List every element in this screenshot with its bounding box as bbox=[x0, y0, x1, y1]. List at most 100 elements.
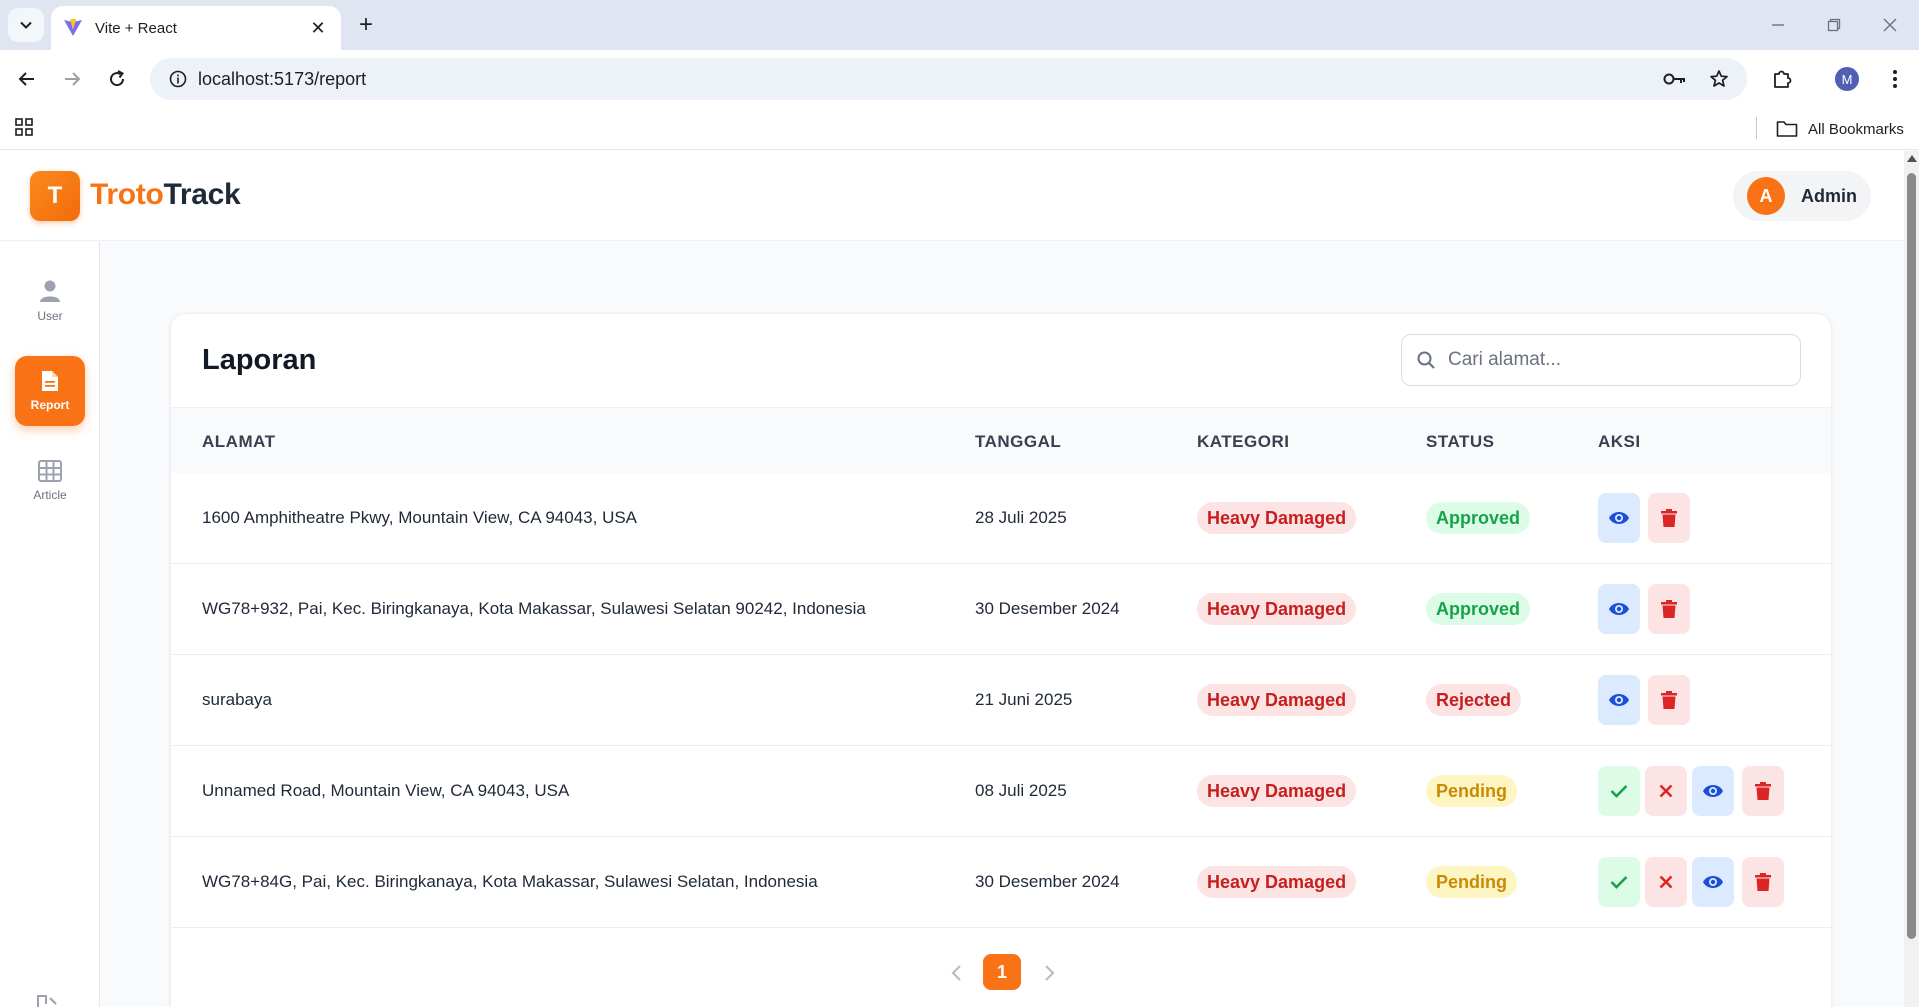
delete-button[interactable] bbox=[1648, 675, 1690, 725]
chevron-left-icon bbox=[951, 965, 961, 981]
sidebar-item-user[interactable]: User bbox=[15, 266, 85, 336]
url-text[interactable]: localhost:5173/report bbox=[198, 69, 366, 90]
search-field[interactable] bbox=[1401, 334, 1801, 386]
table-row: Unnamed Road, Mountain View, CA 94043, U… bbox=[171, 746, 1831, 837]
app-logo[interactable]: TrotoTrack bbox=[90, 178, 241, 212]
site-info-button[interactable] bbox=[158, 69, 198, 89]
trash-icon bbox=[1661, 509, 1677, 527]
table-row: surabaya 21 Juni 2025 Heavy Damaged Reje… bbox=[171, 655, 1831, 746]
column-header-aksi: AKSI bbox=[1598, 432, 1641, 451]
info-icon bbox=[169, 70, 187, 88]
view-button[interactable] bbox=[1598, 493, 1640, 543]
user-name: Admin bbox=[1801, 185, 1857, 206]
reject-button[interactable] bbox=[1645, 857, 1687, 907]
delete-button[interactable] bbox=[1648, 584, 1690, 634]
cell-tanggal: 28 Juli 2025 bbox=[975, 508, 1067, 527]
cell-tanggal: 21 Juni 2025 bbox=[975, 690, 1073, 709]
delete-button[interactable] bbox=[1742, 857, 1784, 907]
bookmarks-bar: All Bookmarks bbox=[0, 108, 1919, 150]
arrow-left-icon bbox=[18, 72, 34, 86]
restore-button[interactable] bbox=[1812, 10, 1856, 40]
browser-tab[interactable]: Vite + React ✕ bbox=[51, 6, 341, 50]
all-bookmarks-button[interactable]: All Bookmarks bbox=[1776, 116, 1904, 142]
trash-icon bbox=[1661, 600, 1677, 618]
pagination: 1 bbox=[171, 954, 1831, 994]
extensions-button[interactable] bbox=[1766, 63, 1798, 95]
app-viewport: T TrotoTrack A Admin User Report Article… bbox=[0, 151, 1904, 1007]
all-bookmarks-label: All Bookmarks bbox=[1808, 120, 1904, 138]
sidebar-item-label: Article bbox=[33, 488, 67, 502]
approve-button[interactable] bbox=[1598, 766, 1640, 816]
table-row: WG78+932, Pai, Kec. Biringkanaya, Kota M… bbox=[171, 564, 1831, 655]
reject-button[interactable] bbox=[1645, 766, 1687, 816]
reload-button[interactable] bbox=[101, 63, 133, 95]
more-vertical-icon bbox=[1893, 70, 1897, 88]
scroll-up-arrow-icon[interactable] bbox=[1907, 155, 1917, 162]
key-icon bbox=[1663, 73, 1685, 85]
eye-icon bbox=[1703, 876, 1723, 888]
cell-tanggal: 30 Desember 2024 bbox=[975, 872, 1120, 891]
cell-alamat: Unnamed Road, Mountain View, CA 94043, U… bbox=[202, 781, 570, 800]
browser-menu-button[interactable] bbox=[1879, 63, 1911, 95]
search-input[interactable] bbox=[1448, 349, 1778, 371]
eye-icon bbox=[1703, 785, 1723, 797]
close-icon bbox=[1883, 18, 1897, 32]
sidebar-item-label: Report bbox=[30, 398, 70, 412]
category-badge: Heavy Damaged bbox=[1197, 593, 1357, 625]
trash-icon bbox=[1755, 873, 1771, 891]
new-tab-button[interactable]: + bbox=[351, 10, 381, 40]
page-title: Laporan bbox=[202, 344, 317, 376]
bookmark-star-button[interactable] bbox=[1702, 58, 1736, 100]
tab-close-icon[interactable]: ✕ bbox=[307, 17, 329, 39]
column-header-status: STATUS bbox=[1426, 432, 1495, 451]
sidebar-item-report[interactable]: Report bbox=[15, 356, 85, 426]
next-page-button[interactable] bbox=[1035, 958, 1065, 988]
delete-button[interactable] bbox=[1648, 493, 1690, 543]
eye-icon bbox=[1609, 694, 1629, 706]
forward-button[interactable] bbox=[56, 63, 88, 95]
profile-avatar[interactable]: M bbox=[1835, 67, 1859, 91]
status-badge: Approved bbox=[1426, 593, 1531, 625]
x-icon bbox=[1659, 875, 1673, 889]
column-header-tanggal: TANGGAL bbox=[975, 432, 1062, 451]
tab-search-button[interactable] bbox=[8, 8, 44, 42]
category-badge: Heavy Damaged bbox=[1197, 775, 1357, 807]
table-row: WG78+84G, Pai, Kec. Biringkanaya, Kota M… bbox=[171, 837, 1831, 928]
address-bar[interactable]: localhost:5173/report bbox=[150, 58, 1747, 100]
status-badge: Approved bbox=[1426, 502, 1531, 534]
view-button[interactable] bbox=[1692, 857, 1734, 907]
password-key-button[interactable] bbox=[1658, 58, 1692, 100]
scrollbar-thumb[interactable] bbox=[1907, 173, 1916, 939]
logo-text-part1: Troto bbox=[90, 178, 164, 211]
view-button[interactable] bbox=[1598, 584, 1640, 634]
logout-icon[interactable] bbox=[36, 994, 64, 1007]
report-card: Laporan ALAMAT TANGGAL KATEGORI STATUS A… bbox=[170, 313, 1832, 1007]
sidebar-item-label: User bbox=[37, 309, 63, 323]
vite-logo-icon bbox=[64, 19, 82, 36]
document-icon bbox=[42, 371, 58, 391]
browser-toolbar: localhost:5173/report M bbox=[0, 50, 1919, 108]
sidebar-item-article[interactable]: Article bbox=[15, 446, 85, 516]
puzzle-icon bbox=[1774, 70, 1792, 88]
star-icon bbox=[1710, 70, 1728, 87]
grid-icon bbox=[38, 460, 62, 482]
minimize-icon bbox=[1772, 24, 1784, 26]
user-avatar: A bbox=[1747, 177, 1785, 215]
page-scrollbar[interactable] bbox=[1904, 151, 1919, 1007]
back-button[interactable] bbox=[11, 63, 43, 95]
chevron-right-icon bbox=[1045, 965, 1055, 981]
tab-title: Vite + React bbox=[95, 19, 177, 37]
minimize-button[interactable] bbox=[1756, 10, 1800, 40]
x-icon bbox=[1659, 784, 1673, 798]
app-header: T TrotoTrack A Admin bbox=[0, 151, 1904, 241]
approve-button[interactable] bbox=[1598, 857, 1640, 907]
view-button[interactable] bbox=[1598, 675, 1640, 725]
view-button[interactable] bbox=[1692, 766, 1734, 816]
delete-button[interactable] bbox=[1742, 766, 1784, 816]
user-menu[interactable]: A Admin bbox=[1733, 171, 1871, 221]
close-window-button[interactable] bbox=[1868, 10, 1912, 40]
page-number-button[interactable]: 1 bbox=[983, 954, 1021, 990]
apps-grid-icon[interactable] bbox=[14, 117, 36, 139]
previous-page-button[interactable] bbox=[941, 958, 971, 988]
cell-alamat: WG78+84G, Pai, Kec. Biringkanaya, Kota M… bbox=[202, 872, 818, 891]
